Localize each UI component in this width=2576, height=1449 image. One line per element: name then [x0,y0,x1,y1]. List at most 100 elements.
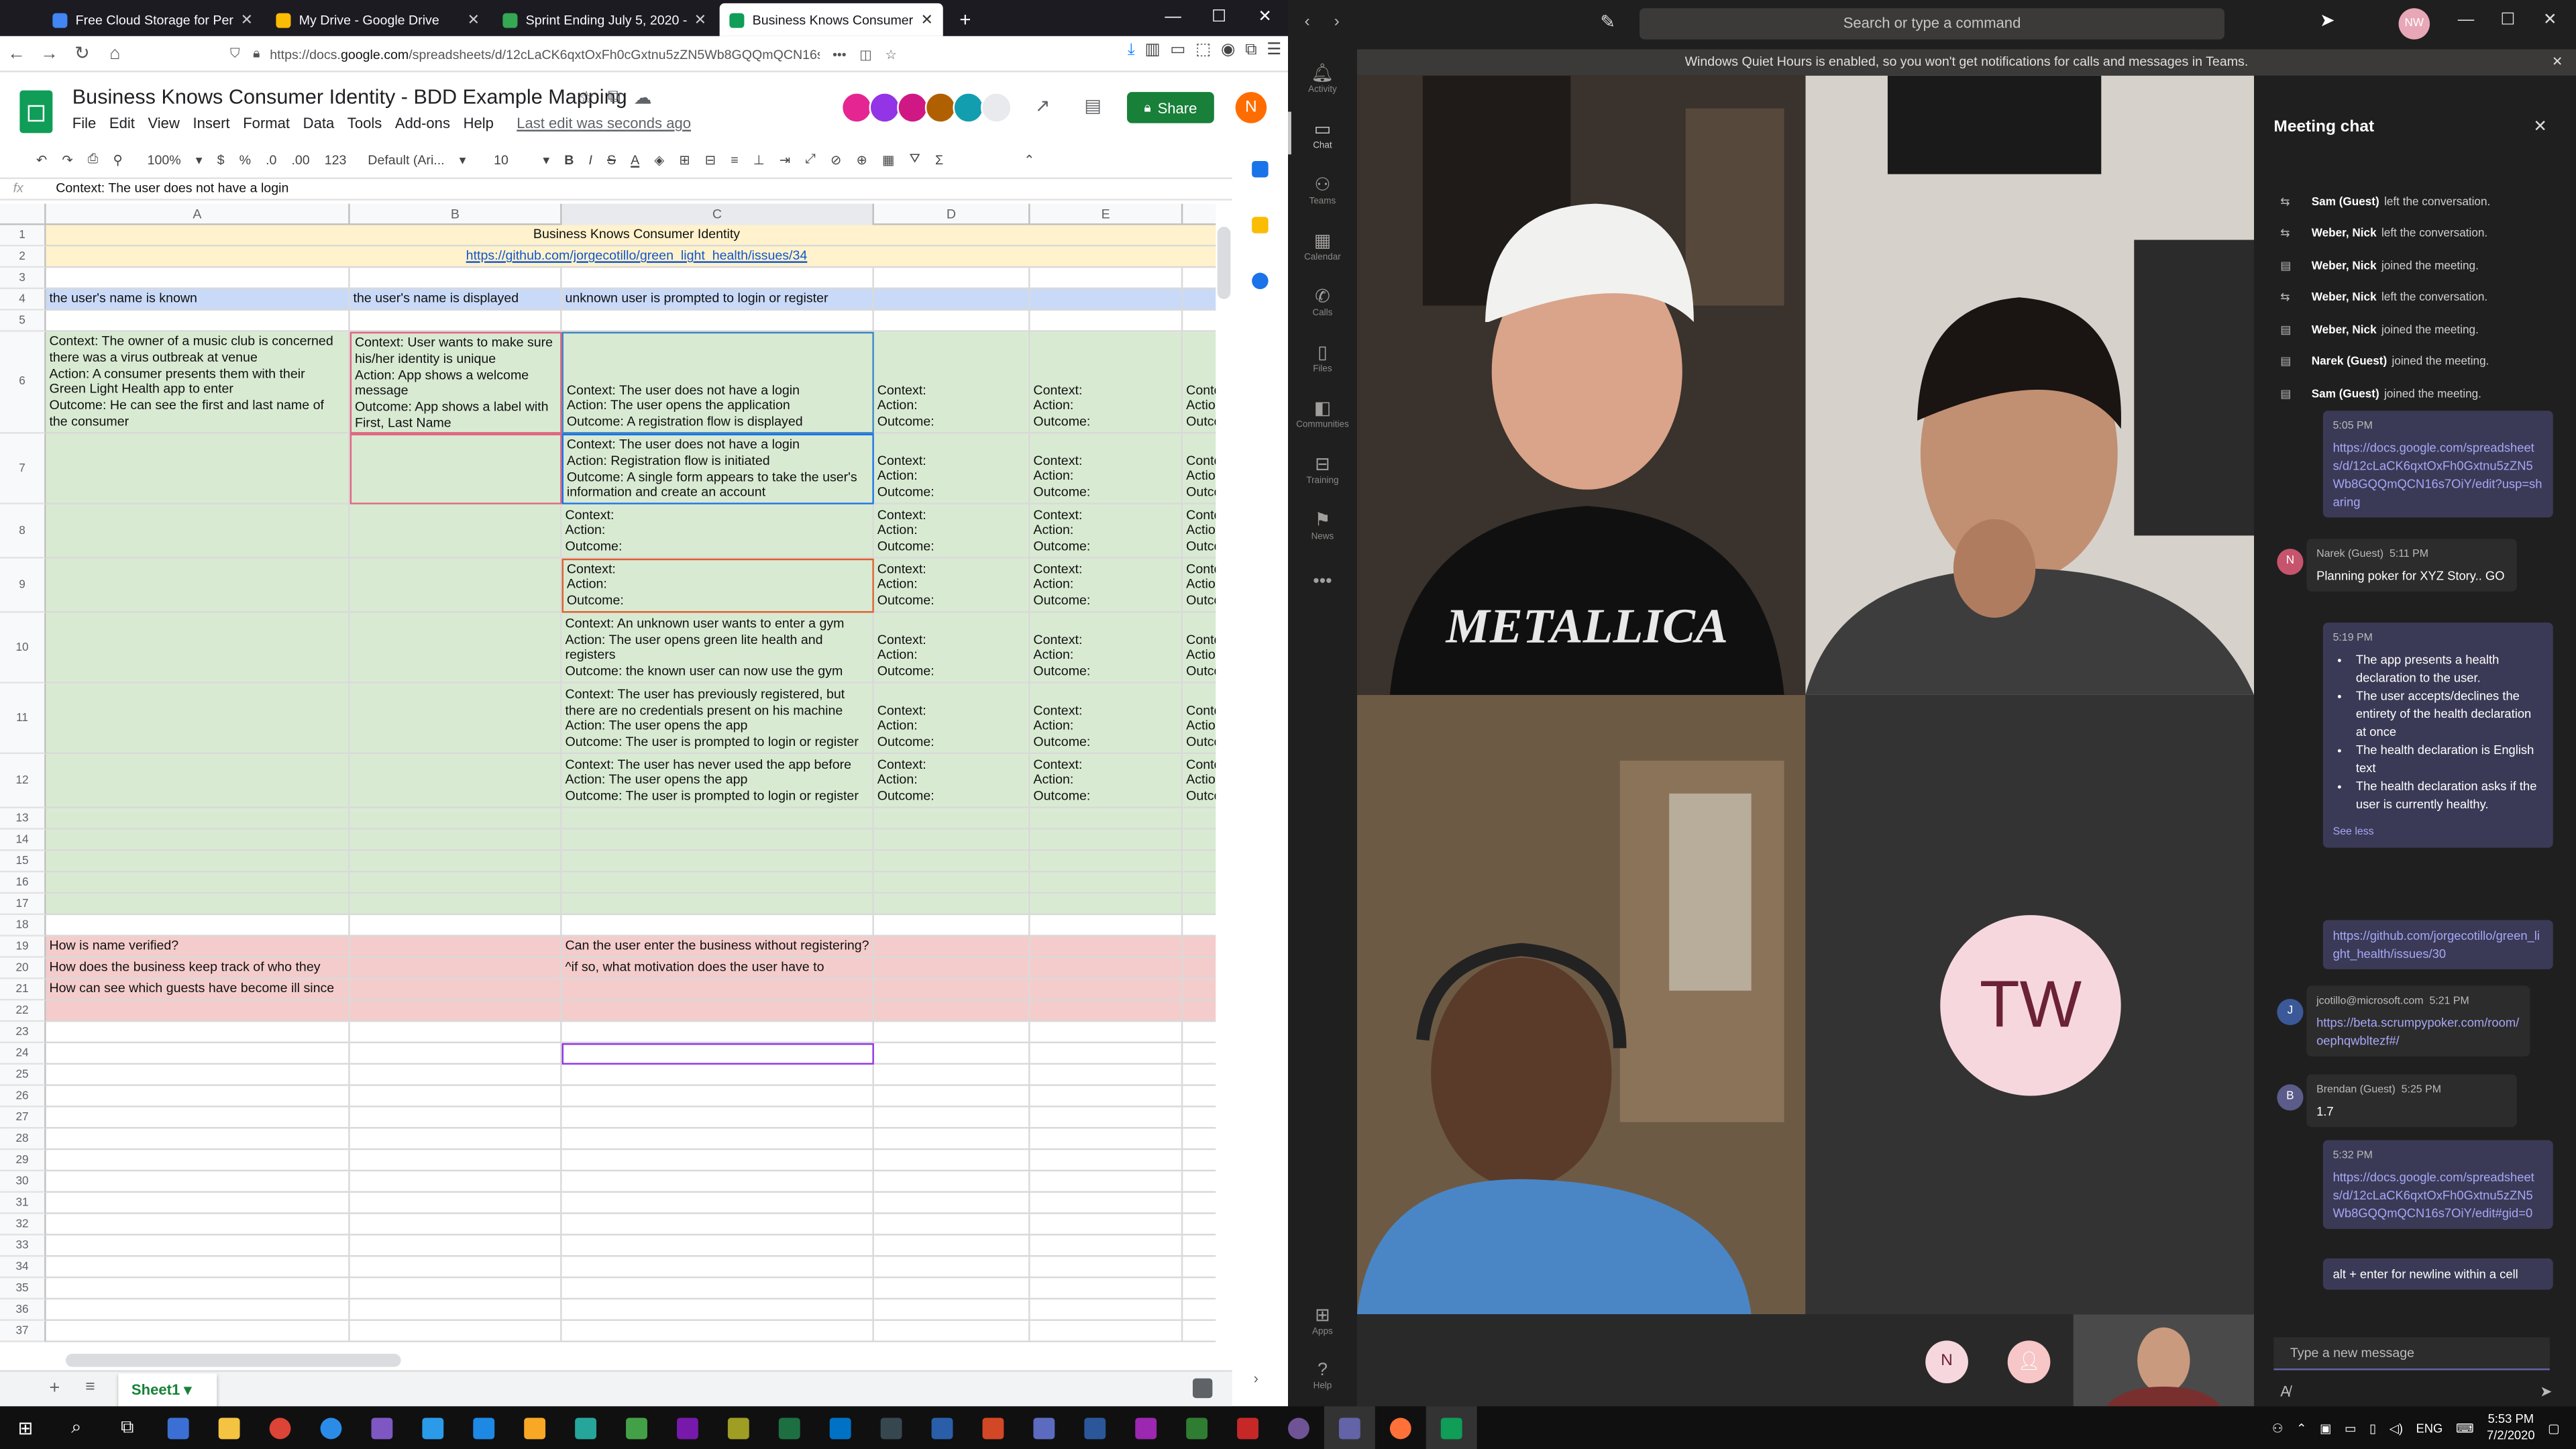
cell[interactable] [561,808,874,830]
sheet-title-cell[interactable]: Business Knows Consumer Identity [46,225,1216,247]
cell[interactable]: Context: Action: Outcome: [873,683,1030,755]
cell[interactable] [561,1171,874,1193]
cell[interactable] [873,1171,1030,1193]
cell[interactable]: Context: An unknown user wants to enter … [561,612,874,684]
cell[interactable] [873,1022,1030,1044]
cell[interactable] [350,1150,562,1172]
cell[interactable] [1183,1065,1216,1086]
teams-icon[interactable] [1324,1406,1375,1449]
chrome-icon[interactable] [255,1406,306,1449]
cell[interactable] [1030,1000,1183,1022]
cell[interactable] [873,310,1030,332]
cell[interactable] [1183,311,1216,332]
row-header[interactable]: 35 [0,1278,46,1300]
avatar[interactable] [953,92,984,123]
cell[interactable] [46,915,350,936]
row-header[interactable]: 23 [0,1022,46,1044]
app-icon[interactable] [866,1406,917,1449]
cell[interactable] [561,1299,874,1321]
browser-tab-active[interactable]: Business Knows Consumer Ide✕ [719,3,943,36]
activity-trend-icon[interactable]: ↗ [1035,95,1051,116]
search-input[interactable]: Search or type a command [1640,8,2224,40]
share-button[interactable]: 🔒︎ Share [1127,92,1214,123]
cell[interactable]: Conte Actio Outco [1183,504,1216,559]
cell[interactable] [350,558,562,613]
start-icon[interactable]: ⊞ [0,1406,51,1449]
cell[interactable]: Context: Action: Outcome: [1030,504,1183,559]
app-icon[interactable] [1171,1406,1222,1449]
battery-icon[interactable]: ▭ [2345,1420,2356,1435]
cell[interactable]: Context: Action: Outcome: [873,331,1030,434]
cell[interactable] [1183,1256,1216,1279]
close-banner-icon[interactable]: ✕ [2552,49,2563,75]
cell[interactable] [350,612,562,684]
cell[interactable]: Context: Action: Outcome: [561,504,874,559]
cell[interactable] [873,915,1030,936]
cell[interactable] [350,1278,562,1300]
cell[interactable] [350,1128,562,1150]
cell[interactable]: Context: Action: Outcome: [873,433,1030,504]
browser-tab-cloud-storage[interactable]: Free Cloud Storage for Perso ✕ [43,3,263,36]
cell[interactable]: Conte Actio Outco [1183,754,1216,808]
row-header[interactable]: 37 [0,1320,46,1342]
row-header[interactable]: 34 [0,1256,46,1279]
maximize-icon[interactable]: ☐ [1196,0,1242,36]
comments-icon[interactable]: ▤ [1084,95,1101,116]
cell[interactable] [46,1299,350,1321]
browser-tab-sprint[interactable]: Sprint Ending July 5, 2020 - Go✕ [493,3,716,36]
cell[interactable] [1030,957,1183,979]
forward-icon[interactable]: › [1334,13,1340,32]
cell[interactable] [350,829,562,851]
cell[interactable] [350,504,562,559]
row-header[interactable]: 2 [0,246,46,268]
cell[interactable] [561,1107,874,1129]
rail-help[interactable]: ? Help [1288,1360,1357,1392]
cell[interactable] [1030,1150,1183,1172]
row-header[interactable]: 20 [0,957,46,979]
sheets-app-icon[interactable] [1426,1406,1477,1449]
row-header[interactable]: 24 [0,1043,46,1065]
formula-value[interactable]: Context: The user does not have a login [56,180,288,195]
close-window-icon[interactable]: ✕ [1242,0,1288,36]
app-icon[interactable] [1222,1406,1273,1449]
cell[interactable] [46,1235,350,1257]
cell[interactable] [350,1000,562,1022]
call-avatar-n[interactable]: N [1925,1340,1968,1384]
cell[interactable] [873,851,1030,873]
currency-button[interactable]: $ [217,152,225,167]
move-folder-icon[interactable]: ⧉ [608,87,621,109]
cell[interactable] [350,1214,562,1236]
cell[interactable]: Context: The user does not have a login … [561,433,874,504]
cell[interactable]: Conte Actio Outco [1183,558,1216,613]
font-select[interactable]: Default (Ari... [368,152,444,167]
cloud-status-icon[interactable]: ☁ [634,87,652,108]
cell[interactable] [46,1085,350,1108]
cell[interactable] [873,1214,1030,1236]
row-header[interactable]: 36 [0,1299,46,1321]
people-icon[interactable]: ⚇ [2272,1420,2283,1435]
cell[interactable] [350,268,562,290]
cell[interactable] [1030,268,1183,290]
cell[interactable] [873,957,1030,979]
back-icon[interactable]: ← [0,44,33,63]
cell[interactable] [350,1043,562,1065]
rail-calls[interactable]: ✆ Calls [1288,286,1357,319]
all-sheets-icon[interactable]: ≡ [85,1379,95,1397]
row-header[interactable]: 17 [0,894,46,916]
undo-icon[interactable]: ↶ [36,152,47,167]
row-header[interactable]: 6 [0,331,46,434]
row-header[interactable]: 1 [0,225,46,247]
cell[interactable] [873,1320,1030,1342]
cell[interactable] [561,1000,874,1022]
cell[interactable] [46,894,350,916]
row-header[interactable]: 19 [0,936,46,958]
filter-icon[interactable]: ⛛ [910,151,920,167]
row-header[interactable]: 33 [0,1235,46,1257]
self-video-preview[interactable] [2073,1314,2255,1407]
column-header-b[interactable]: B [350,203,562,225]
cell[interactable]: Context: Action: Outcome: [1030,612,1183,684]
cell[interactable]: How can see which guests have become ill… [46,979,350,1001]
app-icon[interactable] [458,1406,509,1449]
row-header[interactable]: 13 [0,808,46,830]
cell[interactable] [46,683,350,755]
